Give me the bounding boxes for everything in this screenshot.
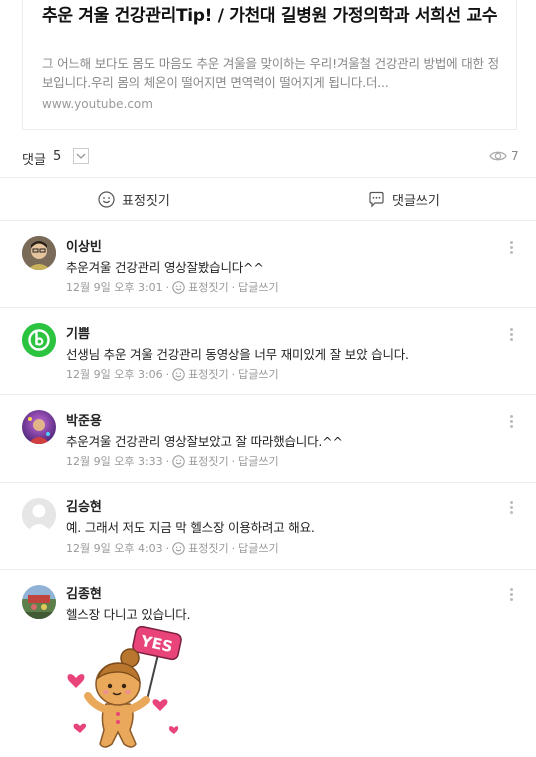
comment-text: 추운겨울 건강관리 영상잘봤습니다^^ bbox=[66, 260, 264, 275]
avatar-default[interactable] bbox=[22, 498, 56, 532]
emoji-react-button[interactable]: 표정짓기 bbox=[98, 190, 178, 210]
comment-item: 기쁨 선생님 추운 겨울 건강관리 동영상을 너무 재미있게 잘 보았 습니다.… bbox=[0, 308, 536, 395]
comment-time: 12월 9일 오후 4:03 bbox=[66, 542, 163, 555]
more-options-icon[interactable] bbox=[510, 588, 514, 602]
comment-item: 김승현 예. 그래서 저도 지금 막 헬스장 이용하려고 해요. 12월 9일 … bbox=[0, 483, 536, 570]
link-url: www.youtube.com bbox=[42, 97, 153, 111]
write-comment-label: 댓글쓰기 bbox=[392, 194, 440, 209]
link-preview-card[interactable]: 추운 겨울 건강관리Tip! / 가천대 길병원 가정의학과 서희선 교수 그 … bbox=[22, 0, 517, 130]
reply-link[interactable]: 답글쓰기 bbox=[238, 368, 278, 381]
avatar[interactable] bbox=[22, 323, 56, 357]
more-options-icon[interactable] bbox=[510, 241, 514, 255]
comment-author[interactable]: 김승현 bbox=[66, 496, 102, 515]
comment-text: 예. 그래서 저도 지금 막 헬스장 이용하려고 해요. bbox=[66, 520, 315, 535]
emoji-react-link[interactable]: 표정짓기 bbox=[188, 281, 228, 294]
more-options-icon[interactable] bbox=[510, 328, 514, 342]
comment-item: 김종현 헬스장 다니고 있습니다. YES bbox=[0, 570, 536, 757]
comment-icon bbox=[369, 191, 384, 208]
comment-text: 선생님 추운 겨울 건강관리 동영상을 너무 재미있게 잘 보았 습니다. bbox=[66, 347, 409, 362]
action-bar: 표정짓기 댓글쓰기 bbox=[0, 177, 536, 221]
chevron-down-icon bbox=[76, 153, 86, 159]
comment-header: 댓글 5 7 bbox=[0, 137, 536, 177]
reply-link[interactable]: 답글쓰기 bbox=[238, 281, 278, 294]
comment-time: 12월 9일 오후 3:06 bbox=[66, 368, 163, 381]
comment-text: 헬스장 다니고 있습니다. bbox=[66, 607, 191, 622]
avatar[interactable] bbox=[22, 410, 56, 444]
comment-meta: 12월 9일 오후 3:01 · 표정짓기 · 답글쓰기 bbox=[66, 281, 279, 294]
comment-meta: 12월 9일 오후 4:03 · 표정짓기 · 답글쓰기 bbox=[66, 542, 279, 555]
comment-item: 박준용 추운겨울 건강관리 영상잘보았고 잘 따라했습니다.^^ 12월 9일 … bbox=[0, 395, 536, 483]
comment-author[interactable]: 기쁨 bbox=[66, 323, 90, 342]
comment-author[interactable]: 박준용 bbox=[66, 410, 102, 429]
emoji-react-link[interactable]: 표정짓기 bbox=[188, 542, 228, 555]
more-options-icon[interactable] bbox=[510, 415, 514, 429]
avatar[interactable] bbox=[22, 585, 56, 619]
smile-icon bbox=[172, 368, 185, 381]
smile-icon bbox=[172, 455, 185, 468]
eye-icon bbox=[489, 151, 507, 161]
emoji-react-link[interactable]: 표정짓기 bbox=[188, 455, 228, 468]
write-comment-button[interactable]: 댓글쓰기 bbox=[368, 190, 448, 210]
link-description: 그 어느해 보다도 몸도 마음도 추운 겨울을 맞이하는 우리!겨울철 건강관리… bbox=[42, 56, 499, 90]
link-title[interactable]: 추운 겨울 건강관리Tip! / 가천대 길병원 가정의학과 서희선 교수 bbox=[42, 4, 502, 29]
more-options-icon[interactable] bbox=[510, 501, 514, 515]
comment-label: 댓글 bbox=[22, 153, 46, 168]
reply-link[interactable]: 답글쓰기 bbox=[238, 455, 278, 468]
comment-item: 이상빈 추운겨울 건강관리 영상잘봤습니다^^ 12월 9일 오후 3:01 · 표… bbox=[0, 221, 536, 308]
smile-icon bbox=[172, 542, 185, 555]
view-count: 7 bbox=[511, 149, 519, 163]
comment-meta: 12월 9일 오후 3:33 · 표정짓기 · 답글쓰기 bbox=[66, 455, 279, 468]
smile-icon bbox=[98, 191, 115, 208]
cookie-yes-sticker: YES bbox=[67, 626, 182, 748]
emoji-react-link[interactable]: 표정짓기 bbox=[188, 368, 228, 381]
comment-count: 5 bbox=[53, 149, 62, 164]
comment-text: 추운겨울 건강관리 영상잘보았고 잘 따라했습니다.^^ bbox=[66, 434, 343, 449]
comment-author[interactable]: 김종현 bbox=[66, 583, 102, 602]
comment-meta: 12월 9일 오후 3:06 · 표정짓기 · 답글쓰기 bbox=[66, 368, 279, 381]
comment-toggle-button[interactable] bbox=[73, 148, 89, 164]
emoji-react-label: 표정짓기 bbox=[122, 194, 170, 209]
smile-icon bbox=[172, 281, 185, 294]
comment-author[interactable]: 이상빈 bbox=[66, 236, 102, 255]
avatar[interactable] bbox=[22, 236, 56, 270]
comment-time: 12월 9일 오후 3:33 bbox=[66, 455, 163, 468]
comment-time: 12월 9일 오후 3:01 bbox=[66, 281, 163, 294]
reply-link[interactable]: 답글쓰기 bbox=[238, 542, 278, 555]
